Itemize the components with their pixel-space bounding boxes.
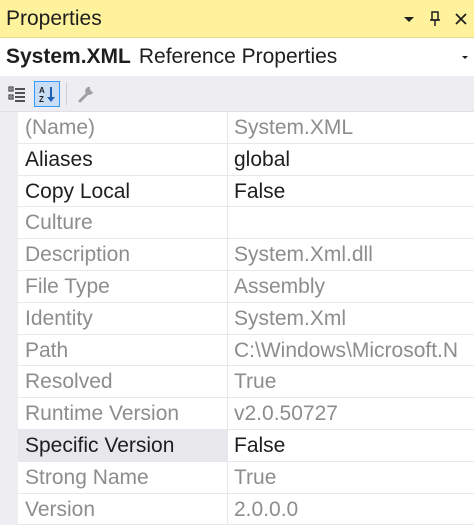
property-row-file-type[interactable]: File Type Assembly [0, 270, 474, 303]
property-row-copy-local[interactable]: Copy Local False [0, 175, 474, 208]
property-row-identity[interactable]: Identity System.Xml [0, 302, 474, 335]
property-row-aliases[interactable]: Aliases global [0, 143, 474, 176]
property-pages-button[interactable] [73, 81, 99, 107]
title-bar: Properties [0, 0, 474, 38]
property-name: Identity [18, 302, 228, 335]
wrench-icon [78, 86, 93, 102]
property-row-strong-name[interactable]: Strong Name True [0, 461, 474, 494]
categorized-button[interactable] [4, 81, 30, 107]
pin-button[interactable] [422, 4, 448, 34]
properties-toolbar: A Z [0, 76, 474, 112]
property-value[interactable]: global [228, 144, 474, 176]
toolbar-separator [66, 82, 67, 105]
property-value: System.XML [228, 112, 474, 144]
property-name: Strong Name [18, 461, 228, 494]
window-position-menu-button[interactable] [396, 4, 422, 34]
property-row-culture[interactable]: Culture [0, 207, 474, 240]
property-name: Copy Local [18, 175, 228, 208]
svg-text:Z: Z [39, 95, 44, 104]
chevron-down-icon [462, 56, 468, 59]
triangle-down-icon [404, 16, 414, 22]
property-name: Aliases [18, 143, 228, 176]
properties-panel: Properties System.XML Reference Properti… [0, 0, 474, 530]
property-value[interactable]: False [228, 176, 474, 208]
window-title: Properties [6, 6, 102, 30]
property-name: Description [18, 239, 228, 271]
property-name: (Name) [18, 112, 228, 144]
selected-object-name: System.XML [6, 45, 131, 68]
property-value: True [228, 462, 474, 494]
property-value: True [228, 366, 474, 399]
property-row-version[interactable]: Version 2.0.0.0 [0, 493, 474, 526]
property-value[interactable]: False [228, 430, 474, 462]
alphabetical-icon: A Z [39, 86, 55, 104]
property-value: System.Xml [228, 303, 474, 335]
property-name: File Type [18, 270, 228, 303]
property-row-description[interactable]: Description System.Xml.dll [0, 239, 474, 271]
property-name: Resolved [18, 366, 228, 399]
property-name: Culture [18, 207, 228, 240]
property-row-specific-version[interactable]: Specific Version False [0, 429, 474, 462]
close-button[interactable] [448, 4, 474, 34]
svg-text:A: A [39, 86, 45, 95]
property-name: Version [18, 493, 228, 526]
property-row-path[interactable]: Path C:\Windows\Microsoft.N [0, 334, 474, 367]
property-name: Runtime Version [18, 398, 228, 430]
property-name: Specific Version [18, 429, 228, 462]
categorized-icon [8, 86, 25, 102]
close-icon [455, 12, 467, 25]
property-value: C:\Windows\Microsoft.N [228, 335, 474, 367]
property-name: Path [18, 334, 228, 367]
property-value: 2.0.0.0 [228, 494, 474, 526]
object-selector[interactable]: System.XML Reference Properties [0, 38, 474, 76]
property-row-resolved[interactable]: Resolved True [0, 366, 474, 399]
property-grid: (Name) System.XML Aliases global Copy Lo… [0, 112, 474, 526]
property-value: System.Xml.dll [228, 239, 474, 271]
pin-icon [430, 10, 440, 26]
property-row-name[interactable]: (Name) System.XML [0, 112, 474, 144]
alphabetical-button[interactable]: A Z [34, 80, 60, 107]
object-selector-dropdown[interactable] [456, 52, 474, 62]
selected-object-type: Reference Properties [138, 45, 338, 68]
property-value: v2.0.50727 [228, 398, 474, 430]
property-value [228, 207, 474, 240]
property-value: Assembly [228, 271, 474, 303]
property-row-runtime-version[interactable]: Runtime Version v2.0.50727 [0, 398, 474, 430]
